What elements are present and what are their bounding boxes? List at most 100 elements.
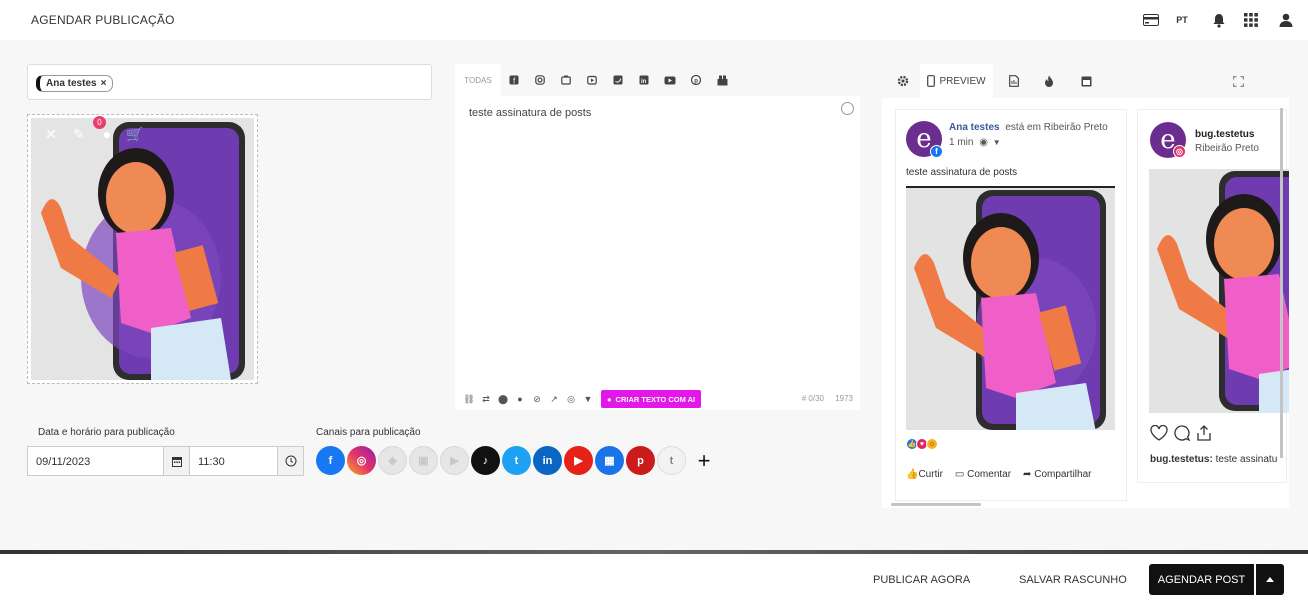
share-button[interactable]: ➦ Compartilhar <box>1023 469 1091 480</box>
channel-youtube-button[interactable]: ▶ <box>564 446 593 475</box>
comment-button[interactable]: ▭ Comentar <box>955 469 1011 480</box>
google-my-business-icon: ▣ <box>418 455 429 467</box>
location-pin-icon[interactable]: ⬤ <box>497 393 509 405</box>
channel-google-my-business-button[interactable]: ▣ <box>409 446 438 475</box>
calendar-tab-icon[interactable] <box>1077 72 1095 90</box>
ig-caption-text: teste assinatu <box>1215 454 1278 465</box>
link-icon[interactable]: ⛓ <box>463 393 475 405</box>
profile-selector-input[interactable]: Ana testes × <box>27 64 432 100</box>
channel-gmb-store-button[interactable]: ▦ <box>595 446 624 475</box>
facebook-icon: f <box>328 454 333 467</box>
ig-location: Ribeirão Preto <box>1195 143 1259 154</box>
schedule-options-button[interactable] <box>1256 564 1284 595</box>
ig-comment-icon[interactable] <box>1173 425 1191 441</box>
ig-username: bug.testetus <box>1195 129 1255 140</box>
fire-icon[interactable] <box>1040 72 1058 90</box>
schedule-post-button[interactable]: AGENDAR POST <box>1149 564 1254 595</box>
fb-actions: 👍Curtir ▭ Comentar ➦ Compartilhar <box>906 469 1091 480</box>
comment-label: Comentar <box>967 469 1012 480</box>
tab-facebook[interactable]: f <box>501 64 527 96</box>
block-icon[interactable]: ⊘ <box>531 393 543 405</box>
emoji-icon[interactable] <box>841 102 854 115</box>
like-button[interactable]: 👍Curtir <box>906 469 943 480</box>
credit-card-icon[interactable] <box>1141 10 1161 30</box>
chevron-down-icon: ▼ <box>992 138 1001 147</box>
ig-share-icon[interactable] <box>1196 425 1212 441</box>
channel-instagram-button[interactable]: ◎ <box>347 446 376 475</box>
profile-tag-label: Ana testes <box>46 78 97 89</box>
share-label: Compartilhar <box>1034 469 1092 480</box>
tab-linkedin[interactable]: in <box>631 64 657 96</box>
fb-reactions: 👍 ♥ ☺ <box>906 438 938 450</box>
comment-icon[interactable]: ● <box>514 393 526 405</box>
tab-google-business[interactable] <box>553 64 579 96</box>
network-tabs: TODAS f in p <box>455 64 860 96</box>
media-image: ✕ ✎ ● 🛒 <box>31 118 254 380</box>
like-label: Curtir <box>918 469 943 480</box>
svg-text:p: p <box>694 79 698 85</box>
time-input[interactable]: 11:30 <box>189 446 278 476</box>
post-text[interactable]: teste assinatura de posts <box>469 107 591 119</box>
tab-preview[interactable]: PREVIEW <box>920 64 993 98</box>
tab-instagram[interactable] <box>527 64 553 96</box>
ig-caption: bug.testetus: teste assinatu <box>1150 454 1277 465</box>
save-draft-button[interactable]: SALVAR RASCUNHO <box>1019 574 1127 586</box>
channel-tumblr-button[interactable]: t <box>657 446 686 475</box>
page-title: AGENDAR PUBLICAÇÃO <box>31 13 175 27</box>
add-channel-button[interactable]: + <box>694 446 714 475</box>
tab-twitter[interactable] <box>605 64 631 96</box>
fb-author-name: Ana testes <box>949 122 1000 133</box>
gmb-store-icon: ▦ <box>604 455 615 467</box>
create-ai-text-button[interactable]: ● CRIAR TEXTO COM AI <box>601 390 702 408</box>
tab-all[interactable]: TODAS <box>455 64 501 96</box>
filter-icon[interactable]: ▼ <box>582 393 594 405</box>
channel-twitter-button[interactable]: t <box>502 446 531 475</box>
remove-tag-icon[interactable]: × <box>101 78 107 89</box>
instagram-preview-card: e ◎ bug.testetus Ribeirão Preto bug.test… <box>1137 109 1289 483</box>
media-thumbnail[interactable]: ✕ ✎ ● 🛒 <box>27 114 258 384</box>
date-input[interactable]: 09/11/2023 <box>27 446 164 476</box>
comment-bubble-icon: ▭ <box>954 469 968 480</box>
tab-gmb-store[interactable] <box>709 64 735 96</box>
bell-icon[interactable] <box>1209 10 1229 30</box>
top-bar: AGENDAR PUBLICAÇÃO PT <box>0 0 1308 40</box>
calendar-icon[interactable] <box>163 446 190 476</box>
channel-tiktok-button[interactable]: ♪ <box>471 446 500 475</box>
fb-location: está em Ribeirão Preto <box>1005 122 1108 133</box>
fb-post-image <box>906 186 1115 430</box>
repost-icon[interactable]: ⇄ <box>480 393 492 405</box>
external-link-icon[interactable]: ↗ <box>548 393 560 405</box>
channel-google-business-button[interactable]: ◈ <box>378 446 407 475</box>
channel-linkedin-button[interactable]: in <box>533 446 562 475</box>
twitter-icon: t <box>514 454 519 467</box>
settings-gear-icon[interactable] <box>894 72 912 90</box>
preview-scrollbar-horizontal[interactable] <box>891 503 981 506</box>
brush-icon[interactable]: ✎ <box>71 126 87 142</box>
channels-label: Canais para publicação <box>316 427 421 438</box>
channel-youtube-shorts-button[interactable]: ▶ <box>440 446 469 475</box>
preview-panel: e f Ana testes está em Ribeirão Preto 1 … <box>882 98 1289 508</box>
cart-icon[interactable]: 🛒 <box>126 126 143 142</box>
schedule-label: Data e horário para publicação <box>38 427 175 438</box>
report-icon[interactable] <box>1005 72 1023 90</box>
heart-icon[interactable] <box>1150 425 1168 441</box>
tab-youtube-shorts[interactable] <box>579 64 605 96</box>
tab-youtube[interactable] <box>657 64 683 96</box>
thumbs-up-icon: 👍 <box>906 469 919 480</box>
channel-facebook-button[interactable]: f <box>316 446 345 475</box>
channel-list: f ◎ ◈ ▣ ▶ ♪ t in ▶ ▦ p t + <box>316 446 714 475</box>
tab-pinterest[interactable]: p <box>683 64 709 96</box>
post-editor[interactable]: teste assinatura de posts ⛓ ⇄ ⬤ ● ⊘ ↗ ◎ … <box>455 96 860 410</box>
fullscreen-icon[interactable] <box>1229 72 1247 90</box>
svg-text:in: in <box>641 79 647 85</box>
user-icon[interactable] <box>1276 10 1296 30</box>
apps-grid-icon[interactable] <box>1241 10 1261 30</box>
publish-now-button[interactable]: PUBLICAR AGORA <box>873 574 970 586</box>
language-selector[interactable]: PT <box>1172 10 1192 30</box>
target-icon[interactable]: ◎ <box>565 393 577 405</box>
preview-scrollbar-vertical[interactable] <box>1280 108 1283 458</box>
close-icon[interactable]: ✕ <box>43 126 59 142</box>
channel-pinterest-button[interactable]: p <box>626 446 655 475</box>
ig-caption-user: bug.testetus: <box>1150 454 1213 465</box>
clock-icon[interactable] <box>277 446 304 476</box>
